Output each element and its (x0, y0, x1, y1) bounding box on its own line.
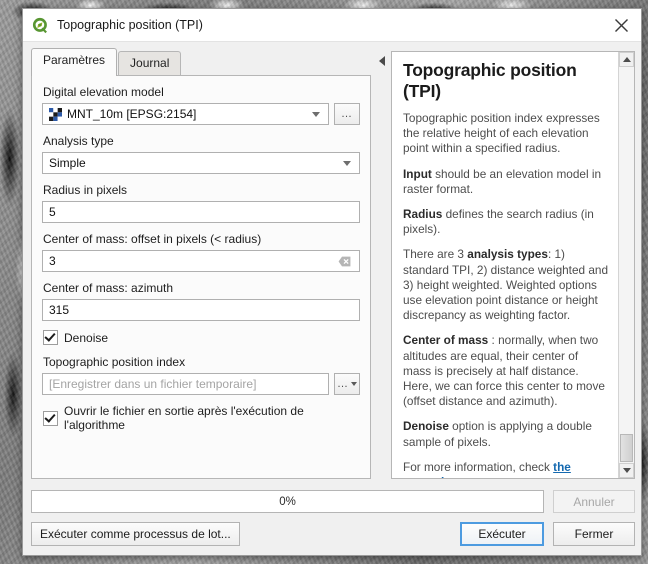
chevron-down-icon (312, 111, 320, 117)
azimuth-row: 315 (42, 299, 360, 321)
dialog-title: Topographic position (TPI) (57, 18, 203, 32)
run-button[interactable]: Exécuter (460, 522, 544, 546)
analysis-type-value: Simple (49, 156, 86, 170)
help-paragraph-denoise: Denoise option is applying a double samp… (403, 419, 609, 449)
help-term-analysis-types: analysis types (467, 247, 548, 262)
dialog-body: Paramètres Journal Digital elevation mod… (23, 42, 643, 557)
raster-layer-icon (49, 107, 62, 121)
output-browse-label: … (337, 378, 349, 390)
collapse-left-icon[interactable] (379, 56, 385, 66)
close-button[interactable] (607, 12, 635, 38)
help-title: Topographic position (TPI) (403, 60, 577, 101)
dem-combo[interactable]: MNT_10m [EPSG:2154] (42, 103, 329, 125)
progress-bar: 0% (31, 490, 544, 513)
cancel-button: Annuler (553, 490, 635, 513)
tpi-algorithm-dialog: Topographic position (TPI) Paramètres Jo… (22, 8, 642, 556)
offset-label: Center of mass: offset in pixels (< radi… (43, 232, 262, 246)
progress-text: 0% (279, 495, 296, 508)
help-term-center-of-mass: Center of mass (403, 333, 489, 348)
help-paragraph-more-info: For more information, check the manual. (403, 460, 609, 478)
help-paragraph-radius: Radius defines the search radius (in pix… (403, 207, 609, 237)
help-term-radius: Radius (403, 207, 443, 222)
run-as-batch-label: Exécuter comme processus de lot... (40, 527, 231, 541)
dem-value: MNT_10m [EPSG:2154] (67, 107, 197, 121)
clear-icon[interactable] (338, 256, 351, 267)
output-browse-button[interactable]: … (334, 373, 360, 395)
radius-label: Radius in pixels (43, 183, 128, 197)
cancel-label: Annuler (573, 494, 615, 509)
parameters-tab-content: Digital elevation model MNT_10m [EPSG:21… (31, 75, 371, 479)
scroll-up-icon (622, 57, 631, 62)
output-label: Topographic position index (43, 355, 186, 369)
parameters-panel: Paramètres Journal Digital elevation mod… (31, 48, 371, 479)
chevron-down-icon (343, 160, 351, 166)
help-moreinfo-pre: For more information, check (403, 459, 554, 474)
panel-splitter[interactable] (375, 51, 391, 479)
help-analysis-pre: There are 3 (403, 247, 468, 262)
help-term-input: Input (403, 166, 432, 181)
radius-input[interactable]: 5 (42, 201, 360, 223)
open-output-row[interactable]: Ouvrir le fichier en sortie après l'exéc… (43, 404, 360, 432)
run-as-batch-button[interactable]: Exécuter comme processus de lot... (31, 522, 240, 546)
output-placeholder: [Enregistrer dans un fichier temporaire] (49, 377, 257, 391)
help-scrollbar[interactable] (618, 52, 634, 478)
scroll-down-button[interactable] (619, 463, 634, 478)
dialog-titlebar: Topographic position (TPI) (23, 9, 641, 42)
close-icon (614, 18, 628, 32)
azimuth-value: 315 (49, 303, 70, 317)
analysis-type-label: Analysis type (43, 134, 114, 148)
help-panel: Topographic position (TPI) Topographic p… (391, 51, 635, 479)
offset-input[interactable]: 3 (42, 250, 360, 272)
azimuth-input[interactable]: 315 (42, 299, 360, 321)
analysis-type-row: Simple (42, 152, 360, 174)
dem-browse-button[interactable]: … (334, 103, 360, 125)
help-paragraph-input: Input should be an elevation model in ra… (403, 167, 609, 197)
output-row: [Enregistrer dans un fichier temporaire]… (42, 373, 360, 395)
denoise-checkbox[interactable] (43, 330, 58, 345)
scroll-down-icon (622, 468, 631, 473)
qgis-logo-icon (32, 17, 47, 33)
help-paragraph-analysis-types: There are 3 analysis types: 1) standard … (403, 247, 609, 323)
progress-row: 0% Annuler (31, 490, 635, 513)
tab-parametres[interactable]: Paramètres (31, 48, 118, 76)
dem-row: MNT_10m [EPSG:2154] … (42, 103, 360, 125)
button-bar-spacer (240, 522, 460, 546)
help-paragraph-intro: Topographic position index expresses the… (403, 111, 600, 156)
close-dialog-label: Fermer (574, 527, 614, 541)
help-paragraph-center-of-mass: Center of mass : normally, when two alti… (403, 333, 609, 409)
run-label: Exécuter (478, 527, 526, 541)
scroll-up-button[interactable] (619, 52, 634, 67)
denoise-label: Denoise (64, 330, 109, 345)
analysis-type-combo[interactable]: Simple (42, 152, 360, 174)
tab-journal[interactable]: Journal (118, 51, 182, 75)
help-term-denoise: Denoise (403, 419, 449, 434)
open-output-checkbox[interactable] (43, 410, 58, 426)
help-moreinfo-post: . (444, 475, 447, 478)
open-output-label: Ouvrir le fichier en sortie après l'exéc… (64, 404, 304, 432)
tabbar: Paramètres Journal (31, 48, 371, 76)
output-input[interactable]: [Enregistrer dans un fichier temporaire] (42, 373, 329, 395)
denoise-row[interactable]: Denoise (43, 330, 360, 345)
scrollbar-thumb[interactable] (620, 434, 633, 462)
close-dialog-button[interactable]: Fermer (553, 522, 635, 546)
dialog-button-bar: Exécuter comme processus de lot... Exécu… (31, 522, 635, 546)
help-content: Topographic position (TPI) Topographic p… (392, 52, 618, 478)
dem-label: Digital elevation model (43, 85, 164, 99)
offset-value: 3 (49, 254, 56, 268)
chevron-down-icon (351, 382, 357, 386)
offset-row: 3 (42, 250, 360, 272)
azimuth-label: Center of mass: azimuth (43, 281, 174, 295)
dem-browse-label: … (341, 108, 353, 120)
radius-value: 5 (49, 205, 56, 219)
radius-row: 5 (42, 201, 360, 223)
help-paragraph-input-rest: should be an elevation model in raster f… (403, 166, 602, 196)
